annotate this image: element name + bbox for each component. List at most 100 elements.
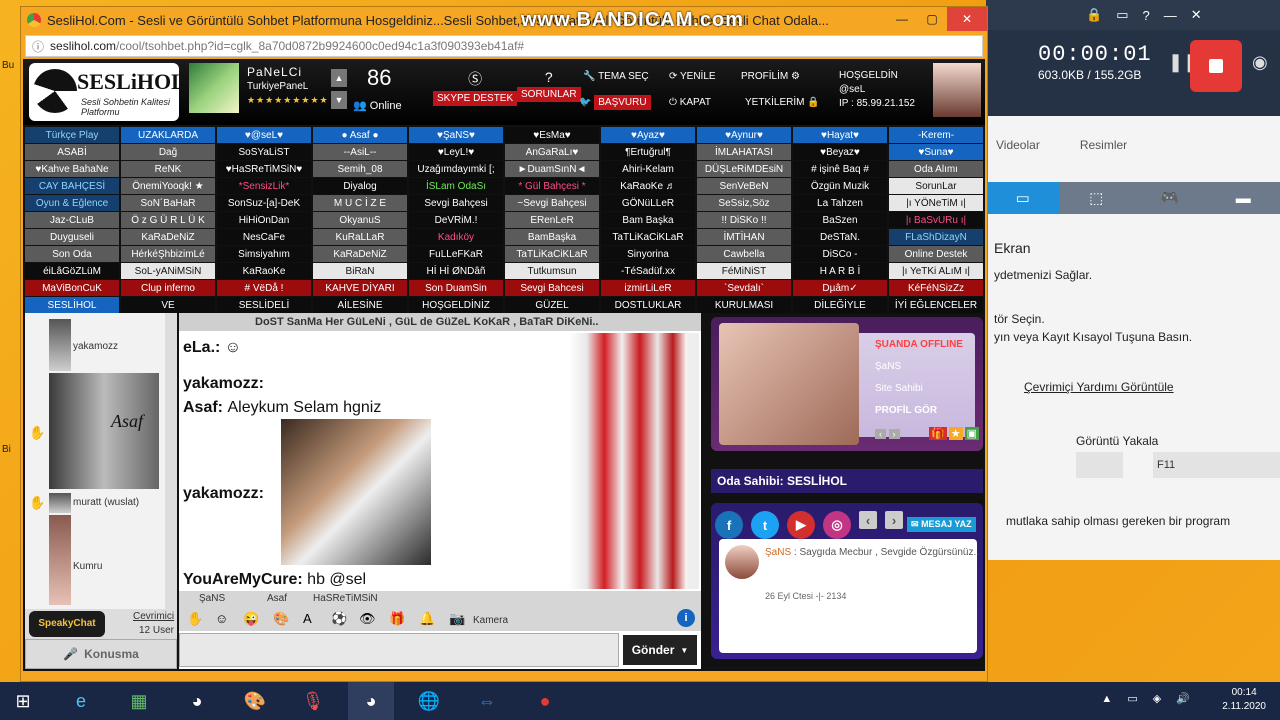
room-item[interactable]: FéMiNiST xyxy=(697,263,791,279)
room-item[interactable]: Kadıköy xyxy=(409,229,503,245)
room-item[interactable]: İYİ EĞLENCELER xyxy=(889,297,983,313)
profile-button[interactable]: PROFİLİM ⚙ xyxy=(741,71,800,82)
room-item[interactable]: ♥ŞaNS♥ xyxy=(409,127,503,143)
room-item[interactable]: La Tahzen xyxy=(793,195,887,211)
problems-button[interactable]: ? SORUNLAR xyxy=(517,69,581,102)
room-item[interactable]: Tutkumsun xyxy=(505,263,599,279)
profile-view-link[interactable]: PROFİL GÖR xyxy=(875,405,937,416)
room-item[interactable]: Clup inferno xyxy=(121,280,215,296)
room-item[interactable]: FLaShDizayN xyxy=(889,229,983,245)
room-item[interactable]: HOŞGELDİNİZ xyxy=(409,297,503,313)
tab-videos[interactable]: Videolar xyxy=(996,138,1040,152)
room-item[interactable]: Oda Alımı xyxy=(889,161,983,177)
chevron-left-icon[interactable]: ‹ xyxy=(875,429,886,439)
room-item[interactable]: Sevgi Bahcesi xyxy=(505,280,599,296)
room-item[interactable]: Simsiyahım xyxy=(217,246,311,262)
room-item[interactable]: Jaz-CLuB xyxy=(25,212,119,228)
room-item[interactable]: Dağ xyxy=(121,144,215,160)
wink-icon[interactable]: 😜 xyxy=(243,611,259,627)
room-item[interactable]: DÜŞLeRiMDEsiN xyxy=(697,161,791,177)
chrome-taskbar-icon[interactable]: ◕ xyxy=(174,682,220,720)
room-item[interactable]: SoN´BaHaR xyxy=(121,195,215,211)
room-item[interactable]: İMTİHAN xyxy=(697,229,791,245)
camera-icon[interactable]: 📷 xyxy=(449,611,465,627)
room-item[interactable]: AİLESİNE xyxy=(313,297,407,313)
user-item[interactable]: yakamozz xyxy=(25,319,177,371)
eye-icon[interactable]: 👁 xyxy=(359,611,376,627)
room-item[interactable]: ~Sevgi Bahçesi xyxy=(505,195,599,211)
camera-label[interactable]: Kamera xyxy=(473,615,508,626)
room-item[interactable]: NesCaFe xyxy=(217,229,311,245)
minimize-button[interactable]: — xyxy=(887,7,917,31)
room-item[interactable]: Türkçe Play xyxy=(25,127,119,143)
internet-explorer-icon[interactable]: e xyxy=(58,682,104,720)
room-item[interactable]: * Gül Bahçesi * xyxy=(505,178,599,194)
room-item[interactable]: izmirLiLeR xyxy=(601,280,695,296)
room-item[interactable]: Son DuamSin xyxy=(409,280,503,296)
room-item[interactable]: ÖnemiYooqk! ★ xyxy=(121,178,215,194)
room-item[interactable]: Cawbella xyxy=(697,246,791,262)
room-item[interactable]: Özgün Muzik xyxy=(793,178,887,194)
game-mode-icon[interactable]: 🎮 xyxy=(1133,182,1207,214)
hotkey-field[interactable]: F11 xyxy=(1153,452,1280,478)
room-item[interactable]: GÜZEL xyxy=(505,297,599,313)
user-item[interactable]: ✋ Asaf xyxy=(25,373,177,489)
teamviewer-icon[interactable]: ⇔ xyxy=(464,682,510,720)
room-item[interactable]: Ahiri-Kelam xyxy=(601,161,695,177)
facebook-icon[interactable]: f xyxy=(715,511,743,539)
refresh-button[interactable]: ⟳ YENİLE xyxy=(669,71,716,82)
room-item[interactable]: Bam Başka xyxy=(601,212,695,228)
room-item[interactable]: GÖNüLLeR xyxy=(601,195,695,211)
room-item[interactable]: BaSzen xyxy=(793,212,887,228)
apply-button[interactable]: 🐦 BAŞVURU xyxy=(579,95,651,110)
palette-icon[interactable]: 🎨 xyxy=(273,611,289,627)
room-item[interactable]: Son Oda xyxy=(25,246,119,262)
room-item[interactable]: AnGaRaLı♥ xyxy=(505,144,599,160)
permissions-button[interactable]: YETKİLERİM 🔒 xyxy=(745,97,820,108)
room-item[interactable]: TaTLiKaCiKLaR xyxy=(505,246,599,262)
info-icon[interactable]: ⓘ xyxy=(32,38,44,55)
room-item[interactable]: DeSTaN. xyxy=(793,229,887,245)
tab-images[interactable]: Resimler xyxy=(1080,138,1127,152)
microphone-icon[interactable]: 🎙 xyxy=(290,682,336,720)
site-logo[interactable]: SESLiHOL Sesli Sohbetin Kalitesi Platfor… xyxy=(29,63,186,121)
hdmi-mode-icon[interactable]: ▬ xyxy=(1206,182,1280,214)
room-item[interactable]: |ı YeTKi ALıM ı| xyxy=(889,263,983,279)
message-input[interactable] xyxy=(179,633,619,667)
room-item[interactable]: İMLAHATASI xyxy=(697,144,791,160)
room-item[interactable]: TaTLiKaCiKLaR xyxy=(601,229,695,245)
write-message-button[interactable]: ✉ MESAJ YAZ xyxy=(907,517,976,532)
room-item[interactable]: |ı BaSvURu ı| xyxy=(889,212,983,228)
room-item[interactable]: DiSCo - xyxy=(793,246,887,262)
room-item[interactable]: MaViBonCuK xyxy=(25,280,119,296)
user-item[interactable]: Kumru xyxy=(25,515,177,605)
room-item[interactable]: `Sevdalı` xyxy=(697,280,791,296)
instagram-icon[interactable]: ◎ xyxy=(823,511,851,539)
help-icon[interactable]: ? xyxy=(1142,8,1149,23)
room-item[interactable]: BamBaşka xyxy=(505,229,599,245)
hotkey-blank[interactable] xyxy=(1076,452,1124,478)
room-item[interactable]: |ı YÖNeTiM ı| xyxy=(889,195,983,211)
skype-support-button[interactable]: Ⓢ SKYPE DESTEK xyxy=(433,69,518,106)
room-item[interactable]: ♥Beyaz♥ xyxy=(793,144,887,160)
room-item[interactable]: Ö z G Ü R L Ü K xyxy=(121,212,215,228)
close-page-button[interactable]: ⏻ KAPAT xyxy=(669,97,711,108)
room-item[interactable]: KéFéNSizZz xyxy=(889,280,983,296)
chevron-right-icon[interactable]: › xyxy=(888,429,900,439)
chat-scrollbar[interactable] xyxy=(687,333,699,589)
room-item[interactable]: ● Asaf ● xyxy=(313,127,407,143)
room-item[interactable]: !! DiSKo !! xyxy=(697,212,791,228)
tray-icons[interactable]: ▲ ▭ ◈ 🔊 xyxy=(1101,692,1196,705)
paint-icon[interactable]: 🎨 xyxy=(232,682,278,720)
chevron-down-icon[interactable]: ▼ xyxy=(680,646,688,655)
room-item[interactable]: Dµâm✓ xyxy=(793,280,887,296)
user-item[interactable]: ✋ muratt (wuslat) xyxy=(25,493,177,513)
room-item[interactable]: M U C İ Z E xyxy=(313,195,407,211)
room-item[interactable]: -Kerem- xyxy=(889,127,983,143)
windows-start-icon[interactable]: ⊞ xyxy=(0,682,46,720)
send-button[interactable]: Gönder ▼ xyxy=(623,635,697,665)
room-item[interactable]: SESLİDELİ xyxy=(217,297,311,313)
talk-button[interactable]: 🎤 Konusma xyxy=(25,639,177,669)
room-item[interactable]: SoL-yANiMSiN xyxy=(121,263,215,279)
room-item[interactable]: Semih_08 xyxy=(313,161,407,177)
